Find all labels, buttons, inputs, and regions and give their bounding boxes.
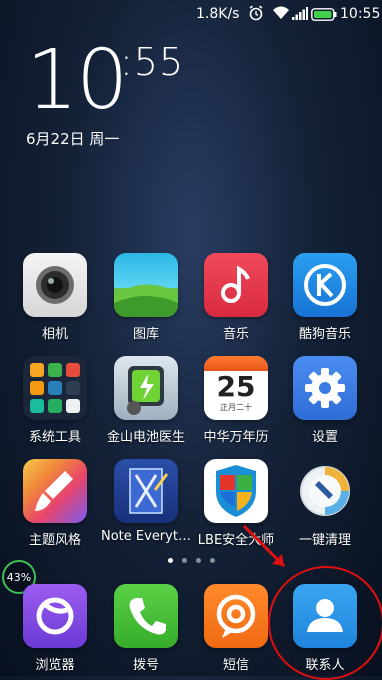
calendar-icon: 25 正月二十 — [204, 356, 268, 420]
app-label: 音乐 — [222, 327, 249, 342]
browser-icon — [23, 584, 87, 648]
app-label: 图库 — [132, 327, 159, 342]
page-dot[interactable] — [196, 558, 201, 563]
page-dot[interactable] — [182, 558, 187, 563]
clock-hour: 10 — [26, 33, 128, 128]
theme-icon — [23, 459, 87, 523]
app-label: Note Everything — [101, 529, 191, 544]
battery-icon — [311, 8, 337, 25]
app-camera[interactable]: 相机 — [10, 253, 100, 342]
app-label: 中华万年历 — [203, 430, 269, 445]
page-dot[interactable] — [168, 558, 173, 563]
app-label: 系统工具 — [28, 430, 81, 445]
app-label: 金山电池医生 — [106, 430, 185, 445]
note-icon — [114, 459, 178, 523]
network-speed: 1.8K/s — [196, 6, 240, 22]
app-note-everything[interactable]: Note Everything — [101, 459, 191, 544]
app-settings[interactable]: 设置 — [280, 356, 370, 445]
app-label: 酷狗音乐 — [298, 327, 351, 342]
annotation-arrow — [242, 524, 286, 568]
dock-browser[interactable]: 浏览器 — [10, 584, 100, 673]
calendar-day: 25 — [216, 370, 256, 403]
status-time: 10:55 — [340, 6, 381, 22]
app-label: 短信 — [222, 658, 249, 673]
app-battery-doctor[interactable]: 金山电池医生 — [101, 356, 191, 445]
app-theme[interactable]: 主题风格 — [10, 459, 100, 548]
app-kugou[interactable]: 酷狗音乐 — [280, 253, 370, 342]
signal-icon — [292, 7, 308, 24]
sms-icon — [204, 584, 268, 648]
dock-phone[interactable]: 拨号 — [101, 584, 191, 673]
page-indicator[interactable] — [168, 558, 215, 563]
app-label: 相机 — [41, 327, 68, 342]
clock-date: 6月22日 周一 — [26, 130, 120, 148]
tools-folder-icon — [23, 356, 87, 420]
wifi-icon — [272, 6, 290, 24]
battery-doctor-icon — [114, 356, 178, 420]
clock-minute: :55 — [120, 40, 185, 84]
lbe-shield-icon — [204, 459, 268, 523]
music-icon — [204, 253, 268, 317]
settings-icon — [293, 356, 357, 420]
status-bar: 1.8K/s 10:55 — [0, 0, 382, 30]
folder-system-tools[interactable]: 系统工具 — [10, 356, 100, 445]
gallery-icon — [114, 253, 178, 317]
app-label: 拨号 — [132, 658, 159, 673]
app-label: 浏览器 — [35, 658, 75, 673]
annotation-circle — [268, 566, 382, 680]
app-gallery[interactable]: 图库 — [101, 253, 191, 342]
app-music[interactable]: 音乐 — [191, 253, 281, 342]
camera-icon — [23, 253, 87, 317]
alarm-icon — [248, 5, 264, 25]
phone-icon — [114, 584, 178, 648]
app-calendar[interactable]: 25 正月二十 中华万年历 — [191, 356, 281, 445]
kugou-icon — [293, 253, 357, 317]
page-dot[interactable] — [210, 558, 215, 563]
app-label: 主题风格 — [28, 533, 81, 548]
cleaner-icon — [293, 459, 357, 523]
app-label: 设置 — [311, 430, 338, 445]
calendar-lunar: 正月二十 — [220, 403, 252, 412]
